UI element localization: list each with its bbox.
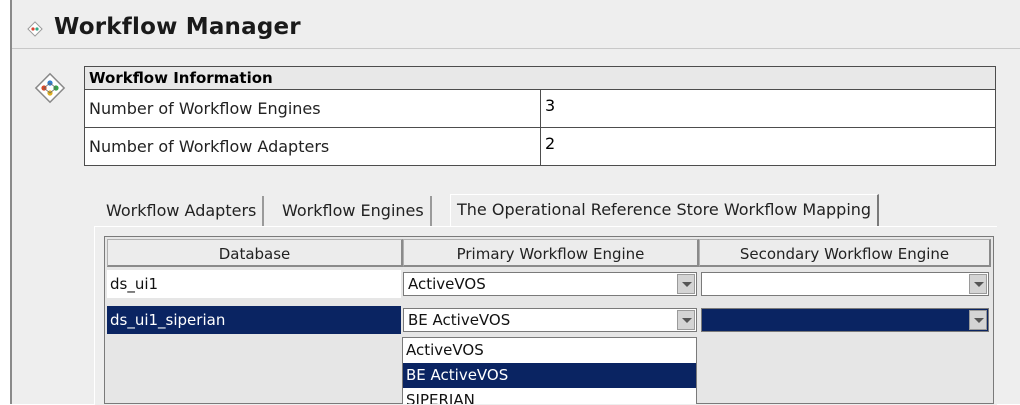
page-title: Workflow Manager (54, 14, 301, 40)
workflow-diamond-icon (27, 21, 43, 37)
selected-value: BE ActiveVOS (408, 311, 511, 329)
chevron-down-icon[interactable] (677, 274, 695, 294)
chevron-down-icon[interactable] (969, 310, 987, 330)
column-header-secondary-engine[interactable]: Secondary Workflow Engine (699, 239, 991, 267)
primary-engine-dropdown-list: ActiveVOS BE ActiveVOS SIPERIAN (402, 337, 697, 404)
tab-workflow-engines[interactable]: Workflow Engines (276, 196, 432, 226)
secondary-engine-select[interactable] (701, 272, 989, 296)
column-header-primary-engine[interactable]: Primary Workflow Engine (403, 239, 699, 267)
primary-engine-select[interactable]: BE ActiveVOS (403, 308, 697, 332)
info-label: Number of Workflow Adapters (89, 137, 330, 156)
chevron-down-icon[interactable] (677, 310, 695, 330)
cell-database[interactable]: ds_ui1 (107, 270, 401, 298)
cell-database[interactable]: ds_ui1_siperian (107, 306, 401, 334)
title-divider (12, 48, 1020, 49)
workflow-diamond-icon (34, 72, 66, 104)
workflow-manager-window: Workflow Manager Workflow Information Nu… (10, 0, 1020, 405)
info-value: 2 (540, 128, 995, 165)
info-row-adapters: Number of Workflow Adapters 2 (84, 128, 996, 166)
chevron-down-icon[interactable] (969, 274, 987, 294)
info-row-engines: Number of Workflow Engines 3 (84, 90, 996, 128)
column-header-database[interactable]: Database (107, 239, 403, 267)
dropdown-option[interactable]: SIPERIAN (403, 388, 696, 404)
dropdown-option[interactable]: BE ActiveVOS (403, 363, 696, 388)
secondary-engine-select[interactable] (701, 308, 989, 332)
info-value: 3 (540, 90, 995, 127)
workflow-information-header: Workflow Information (84, 66, 996, 90)
primary-engine-select[interactable]: ActiveVOS (403, 272, 697, 296)
selected-value: ActiveVOS (408, 275, 486, 293)
title-bar: Workflow Manager (12, 6, 1020, 50)
tab-workflow-adapters[interactable]: Workflow Adapters (100, 196, 265, 226)
info-label: Number of Workflow Engines (89, 99, 321, 118)
dropdown-option[interactable]: ActiveVOS (403, 338, 696, 363)
tab-ors-workflow-mapping[interactable]: The Operational Reference Store Workflow… (450, 194, 880, 226)
